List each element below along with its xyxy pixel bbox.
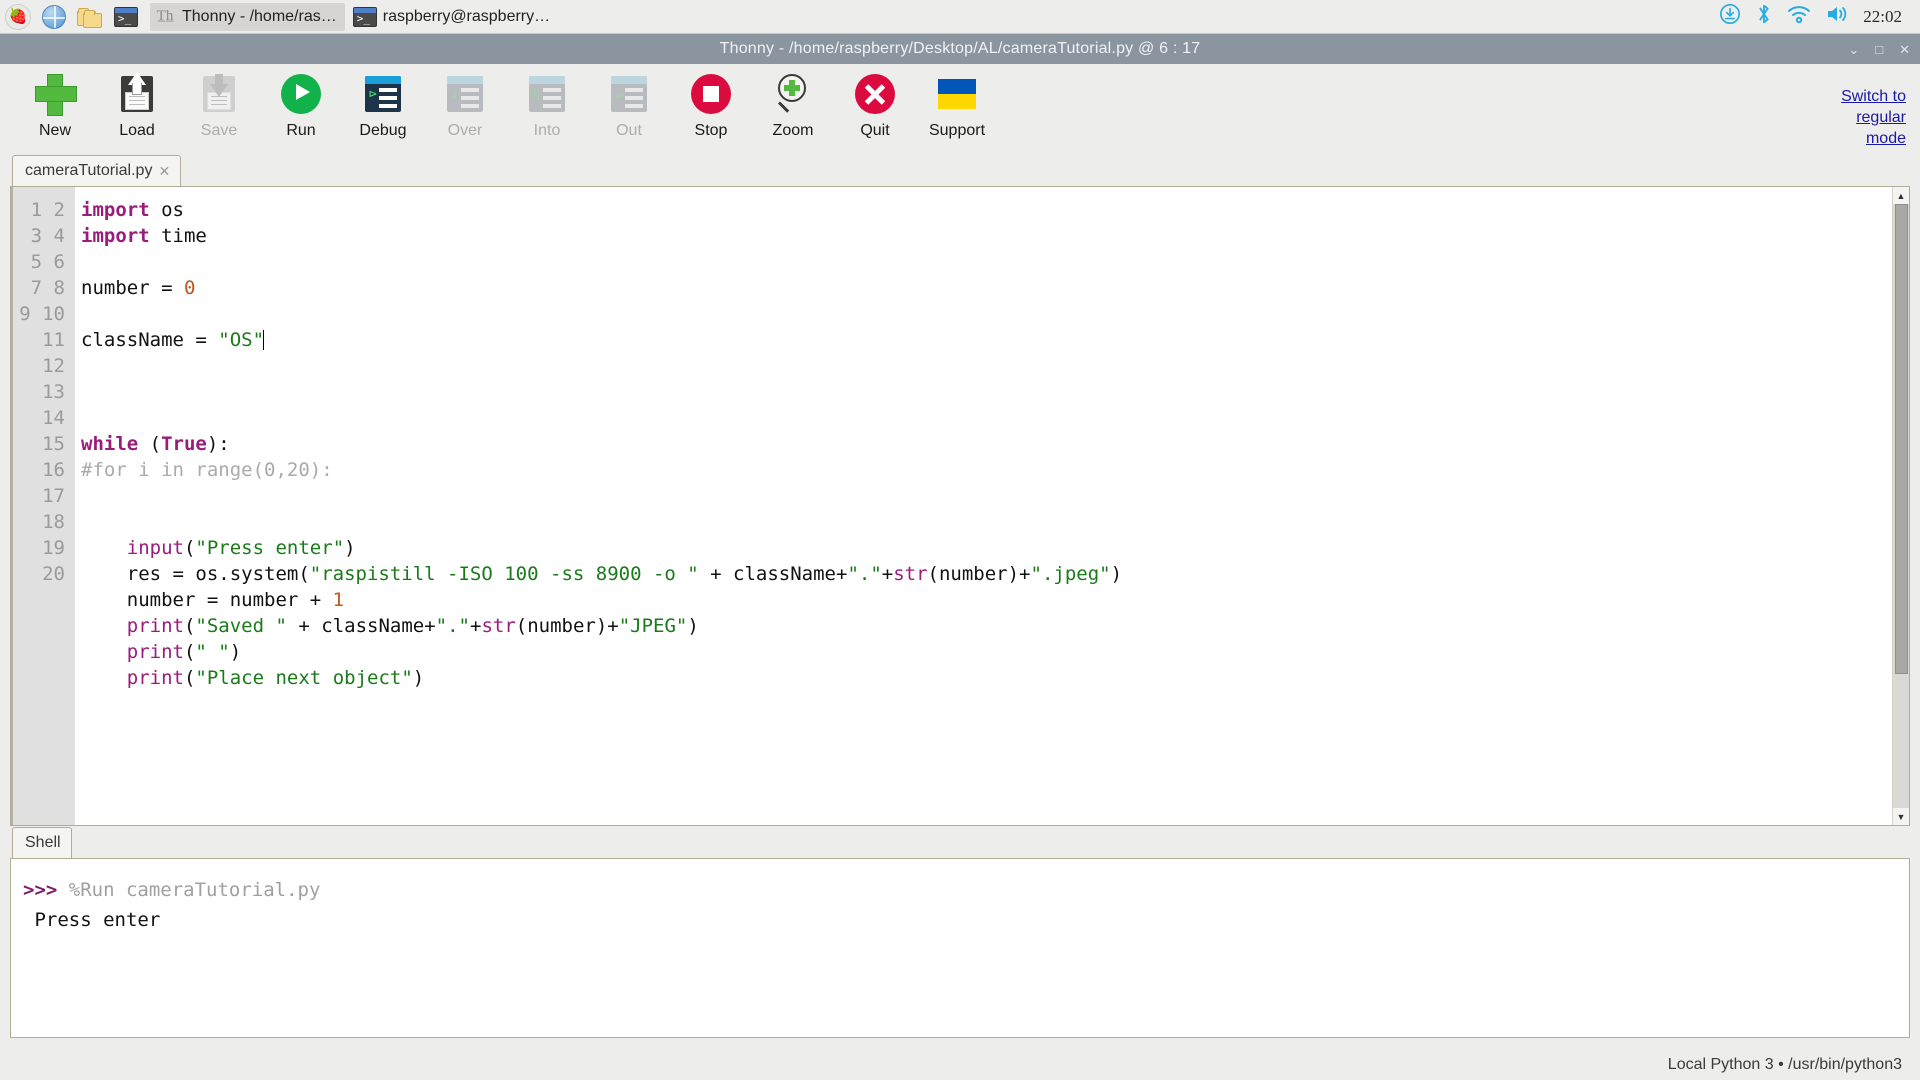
taskbar-window-terminal[interactable]: >_ raspberry@raspberry… [349, 3, 558, 31]
close-icon[interactable]: ✕ [1899, 43, 1910, 56]
minimize-icon[interactable]: ⌄ [1848, 43, 1859, 56]
thonny-icon: T̲h̲ [156, 8, 174, 24]
editor-code-area[interactable]: import os import time number = 0 classNa… [75, 187, 1909, 825]
taskbar-launchers: 🍓 >_ T̲h̲ Thonny - /home/ras… >_ raspber… [0, 0, 560, 34]
step-out-button-label: Out [616, 122, 642, 139]
folder-icon [77, 6, 103, 28]
stop-icon [689, 72, 733, 116]
stop-button-label: Stop [694, 122, 728, 139]
switch-mode-line-2[interactable]: regular [1856, 109, 1906, 126]
editor-tabstrip: cameraTutorial.py ✕ [0, 154, 1920, 186]
shell-panel[interactable]: >>> %Run cameraTutorial.py Press enter [10, 858, 1910, 1038]
step-out-button[interactable]: ↵ Out [588, 64, 670, 150]
editor-tab-label: cameraTutorial.py [25, 162, 153, 179]
new-button[interactable]: New [14, 64, 96, 150]
shell-tabstrip: Shell [0, 826, 1920, 858]
support-button-label: Support [928, 122, 986, 139]
load-button-label: Load [119, 122, 155, 139]
file-manager-icon[interactable] [72, 0, 108, 34]
step-into-icon: ↳ [525, 72, 569, 116]
taskbar-tray: 22:02 [1719, 3, 1920, 30]
quit-icon [853, 72, 897, 116]
volume-icon[interactable] [1825, 4, 1849, 29]
window-titlebar: Thonny - /home/raspberry/Desktop/AL/came… [0, 34, 1920, 64]
scroll-trough[interactable] [1892, 204, 1909, 808]
load-button[interactable]: Load [96, 64, 178, 150]
scroll-up-icon[interactable]: ▲ [1893, 187, 1910, 204]
window-controls: ⌄ □ ✕ [1848, 34, 1910, 64]
step-out-icon: ↵ [607, 72, 651, 116]
debug-icon: ⊳ [361, 72, 405, 116]
save-file-icon [197, 72, 241, 116]
run-button[interactable]: Run [260, 64, 342, 150]
quit-button[interactable]: Quit [834, 64, 916, 150]
status-bar: Local Python 3 • /usr/bin/python3 [0, 1050, 1920, 1080]
raspberry-logo-icon: 🍓 [5, 3, 31, 30]
maximize-icon[interactable]: □ [1875, 43, 1883, 56]
web-browser-icon[interactable] [36, 0, 72, 34]
ukraine-flag-icon [935, 72, 979, 116]
quit-button-label: Quit [860, 122, 890, 139]
editor-vertical-scrollbar[interactable]: ▲ ▼ [1892, 187, 1909, 825]
globe-icon [42, 4, 66, 29]
save-button-label: Save [200, 122, 238, 139]
window-title: Thonny - /home/raspberry/Desktop/AL/came… [719, 40, 1201, 57]
step-over-button[interactable]: ↓ Over [424, 64, 506, 150]
run-button-label: Run [286, 122, 316, 139]
zoom-button-label: Zoom [772, 122, 814, 139]
save-button[interactable]: Save [178, 64, 260, 150]
thonny-window: Thonny - /home/raspberry/Desktop/AL/came… [0, 34, 1920, 1080]
new-button-label: New [38, 122, 71, 139]
stop-button[interactable]: Stop [670, 64, 752, 150]
load-file-icon [115, 72, 159, 116]
debug-button[interactable]: ⊳ Debug [342, 64, 424, 150]
raspberry-menu-icon[interactable]: 🍓 [0, 0, 36, 34]
shell-tab-label: Shell [25, 834, 61, 851]
scroll-thumb[interactable] [1894, 204, 1908, 674]
taskbar-window-thonny[interactable]: T̲h̲ Thonny - /home/ras… [150, 2, 345, 31]
run-icon [279, 72, 323, 116]
editor-tab-cameraTutorial[interactable]: cameraTutorial.py ✕ [12, 155, 182, 186]
main-toolbar: New Load Save Run ⊳ Debug ↓ Over ↳ Into … [0, 64, 1920, 154]
switch-mode-line-3[interactable]: mode [1866, 130, 1906, 147]
shell-output[interactable]: >>> %Run cameraTutorial.py Press enter [11, 859, 1909, 935]
terminal-icon: >_ [114, 6, 138, 27]
desktop-taskbar: 🍓 >_ T̲h̲ Thonny - /home/ras… >_ raspber… [0, 0, 1920, 34]
taskbar-window-terminal-label: raspberry@raspberry… [382, 7, 551, 25]
shell-output-line: Press enter [23, 909, 161, 931]
shell-tab[interactable]: Shell [12, 827, 72, 858]
tab-close-icon[interactable]: ✕ [158, 163, 170, 180]
terminal-icon: >_ [352, 6, 377, 27]
bluetooth-icon[interactable] [1755, 3, 1773, 30]
switch-to-regular-mode-link[interactable]: Switch to regular mode [1794, 86, 1906, 149]
taskbar-window-thonny-label: Thonny - /home/ras… [182, 7, 337, 25]
step-into-button[interactable]: ↳ Into [506, 64, 588, 150]
support-button[interactable]: Support [916, 64, 998, 150]
updates-icon[interactable] [1719, 3, 1741, 30]
interpreter-status[interactable]: Local Python 3 • /usr/bin/python3 [1668, 1056, 1902, 1074]
zoom-button[interactable]: Zoom [752, 64, 834, 150]
code-editor[interactable]: 1 2 3 4 5 6 7 8 9 10 11 12 13 14 15 16 1… [10, 186, 1910, 826]
debug-button-label: Debug [359, 122, 407, 139]
new-file-icon [33, 72, 77, 116]
shell-prompt: >>> [23, 879, 58, 901]
scroll-down-icon[interactable]: ▼ [1893, 808, 1910, 825]
terminal-launcher-icon[interactable]: >_ [108, 0, 144, 34]
step-into-button-label: Into [533, 122, 561, 139]
editor-line-numbers: 1 2 3 4 5 6 7 8 9 10 11 12 13 14 15 16 1… [11, 187, 75, 825]
step-over-icon: ↓ [443, 72, 487, 116]
zoom-icon [771, 72, 815, 116]
taskbar-clock[interactable]: 22:02 [1863, 7, 1902, 27]
wifi-icon[interactable] [1787, 4, 1811, 29]
step-over-button-label: Over [447, 122, 483, 139]
switch-mode-line-1[interactable]: Switch to [1841, 88, 1906, 105]
shell-command: %Run cameraTutorial.py [68, 879, 321, 901]
